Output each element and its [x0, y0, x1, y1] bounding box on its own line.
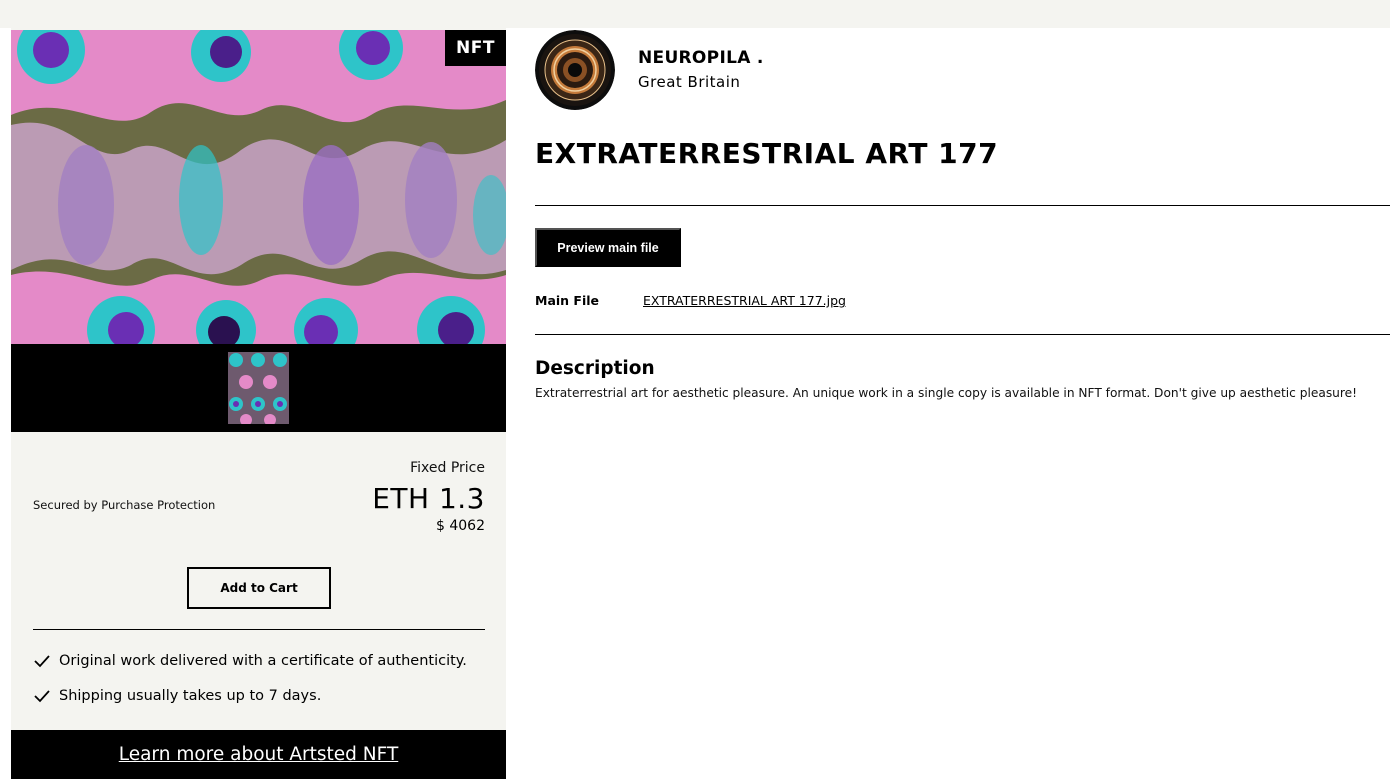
description-text: Extraterrestrial art for aesthetic pleas… [535, 386, 1358, 400]
price-block: Fixed Price ETH 1.3 $ 4062 [372, 460, 485, 534]
feature-text: Original work delivered with a certifica… [59, 653, 467, 669]
feature-item: Shipping usually takes up to 7 days. [33, 687, 321, 705]
preview-main-file-button[interactable]: Preview main file [535, 228, 681, 267]
check-icon [34, 690, 50, 703]
description-heading: Description [535, 358, 655, 379]
learn-more-bar: Learn more about Artsted NFT [11, 730, 506, 779]
product-panel: NFT Secured by Purchase Protection Fixed… [11, 28, 506, 779]
artist-country: Great Britain [638, 73, 741, 91]
nft-badge: NFT [445, 30, 506, 66]
main-file-label: Main File [535, 293, 599, 308]
purchase-protection-text: Secured by Purchase Protection [33, 498, 216, 512]
artwork-image [11, 30, 506, 344]
price-type: Fixed Price [410, 460, 485, 476]
avatar-image [535, 30, 615, 110]
artist-avatar[interactable] [535, 30, 615, 110]
add-to-cart-button[interactable]: Add to Cart [187, 567, 331, 609]
main-file-link[interactable]: EXTRATERRESTRIAL ART 177.jpg [643, 293, 846, 308]
feature-text: Shipping usually takes up to 7 days. [59, 688, 322, 704]
divider [535, 334, 1390, 335]
artwork-main-image[interactable] [11, 30, 506, 344]
learn-more-link[interactable]: Learn more about Artsted NFT [119, 744, 399, 765]
artwork-thumbnail[interactable] [228, 352, 289, 424]
thumbnail-strip [11, 344, 506, 432]
check-icon [34, 655, 50, 668]
artist-name[interactable]: NEUROPILA . [638, 48, 764, 68]
feature-item: Original work delivered with a certifica… [33, 652, 467, 670]
price-usd: $ 4062 [436, 518, 485, 534]
divider [33, 629, 485, 630]
artwork-title: EXTRATERRESTRIAL ART 177 [535, 137, 999, 170]
thumbnail-image [228, 352, 289, 424]
price-eth: ETH 1.3 [372, 482, 485, 515]
divider [535, 205, 1390, 206]
top-bar [0, 0, 1390, 28]
